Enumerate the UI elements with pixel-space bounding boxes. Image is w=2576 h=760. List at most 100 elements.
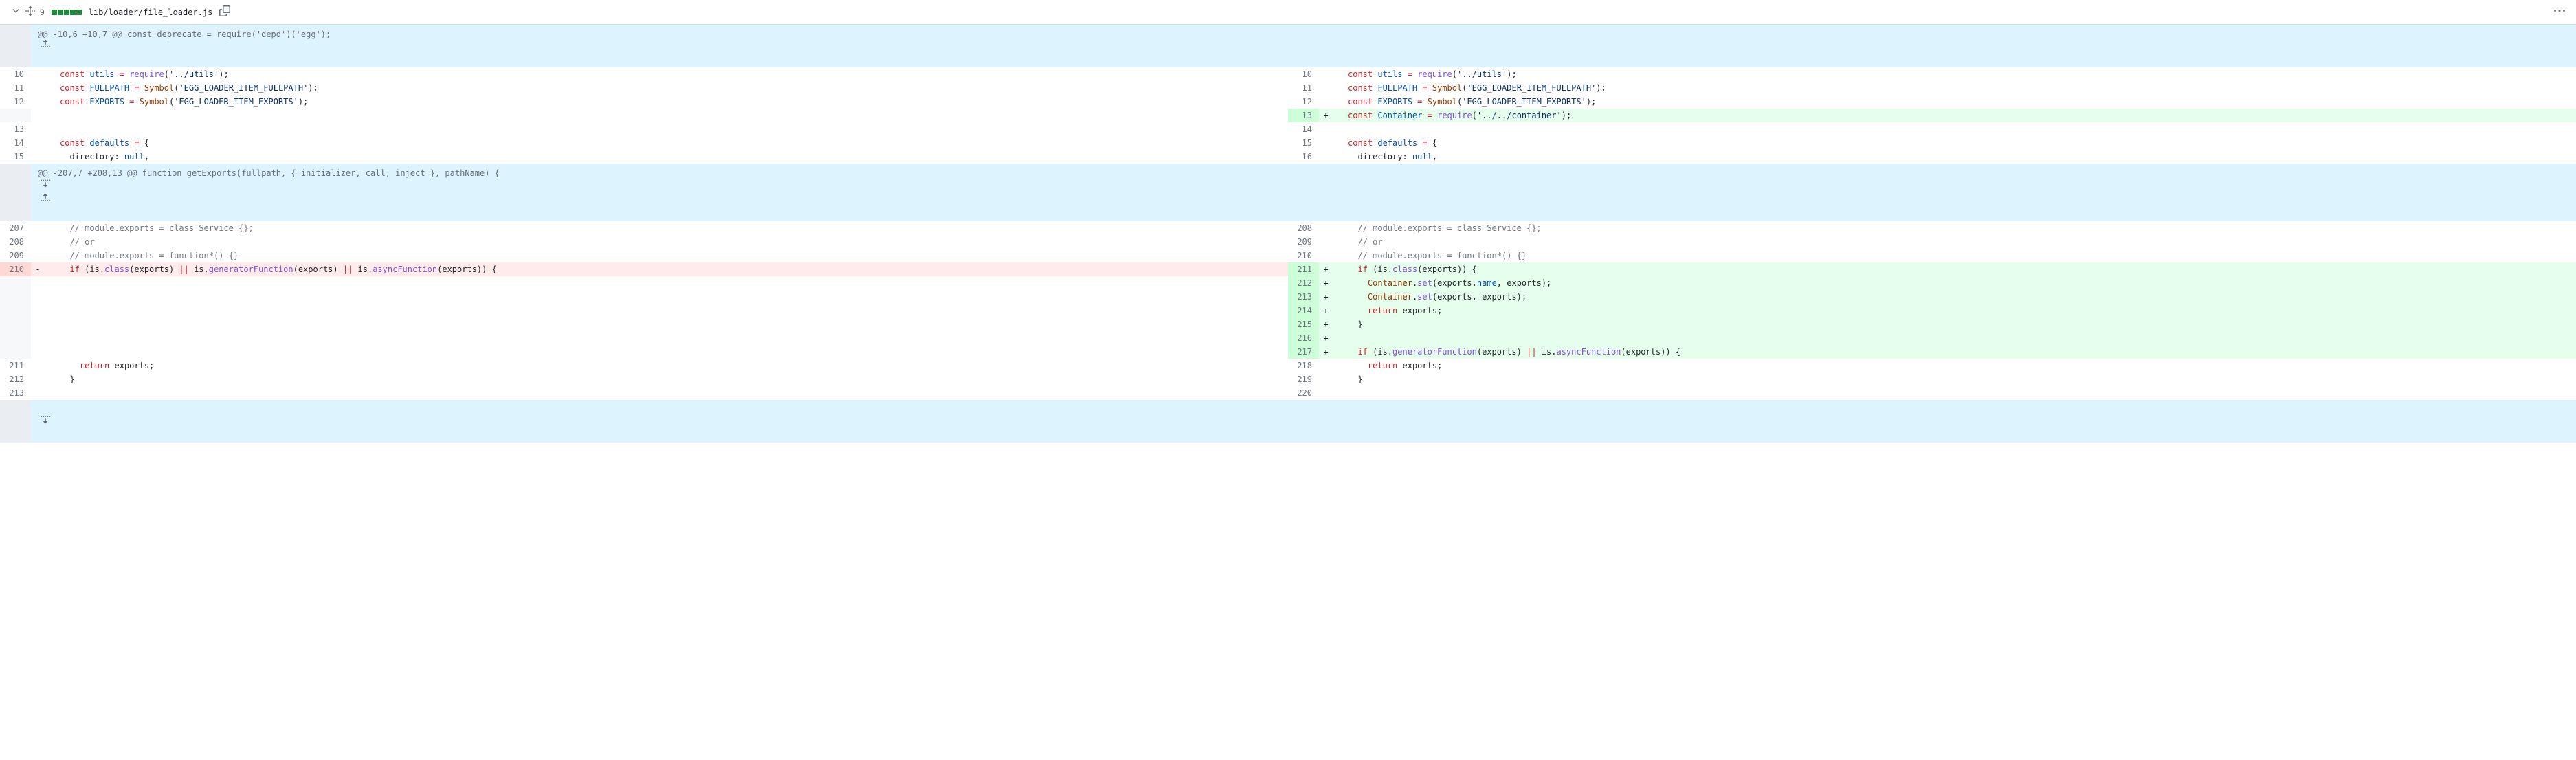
code-right: // module.exports = class Service {}; (1333, 221, 2576, 235)
code-right: } (1333, 317, 2576, 331)
code-left: } (45, 372, 1288, 386)
code-right: if (is.generatorFunction(exports) || is.… (1333, 345, 2576, 359)
line-num-right[interactable]: 12 (1288, 95, 1319, 109)
diff-row: 207 // module.exports = class Service {}… (0, 221, 2576, 235)
line-num-left[interactable]: 15 (0, 150, 31, 164)
code-right: const EXPORTS = Symbol('EGG_LOADER_ITEM_… (1333, 95, 2576, 109)
expand-up-icon (40, 192, 51, 203)
line-num-left[interactable]: 210 (0, 262, 31, 276)
code-left: const utils = require('../utils'); (45, 67, 1288, 81)
collapse-toggle[interactable] (11, 6, 21, 18)
line-num-left[interactable]: 213 (0, 386, 31, 400)
code-left (45, 386, 1288, 400)
code-right: const utils = require('../utils'); (1333, 67, 2576, 81)
diff-row: 14 const defaults = { 15 const defaults … (0, 136, 2576, 150)
code-left: if (is.class(exports) || is.generatorFun… (45, 262, 1288, 276)
code-right: // module.exports = function*() {} (1333, 249, 2576, 262)
line-num-right[interactable]: 16 (1288, 150, 1319, 164)
line-num-left[interactable]: 10 (0, 67, 31, 81)
line-num-left[interactable]: 212 (0, 372, 31, 386)
code-left: return exports; (45, 359, 1288, 372)
code-right: const Container = require('../../contain… (1333, 109, 2576, 122)
diff-stat-blocks (52, 10, 82, 15)
line-num-left[interactable]: 208 (0, 235, 31, 249)
expand-mid-cell[interactable] (0, 164, 31, 221)
line-num-left[interactable]: 13 (0, 122, 31, 136)
line-num-right[interactable]: 13 (1288, 109, 1319, 122)
change-count: 9 (40, 8, 45, 17)
line-num-right[interactable]: 212 (1288, 276, 1319, 290)
line-num-right[interactable]: 14 (1288, 122, 1319, 136)
line-num-right[interactable]: 216 (1288, 331, 1319, 345)
line-num-right[interactable]: 220 (1288, 386, 1319, 400)
kebab-horizontal-icon (2554, 5, 2565, 16)
line-num-left[interactable]: 209 (0, 249, 31, 262)
diff-row: 214 + return exports; (0, 304, 2576, 317)
line-num-right[interactable]: 211 (1288, 262, 1319, 276)
code-left: const defaults = { (45, 136, 1288, 150)
expand-all-toggle[interactable] (25, 5, 36, 19)
code-left (45, 122, 1288, 136)
copy-icon (219, 5, 230, 16)
line-num-left[interactable]: 11 (0, 81, 31, 95)
diff-table: @@ -10,6 +10,7 @@ const deprecate = requ… (0, 25, 2576, 443)
code-left: // or (45, 235, 1288, 249)
line-num-right[interactable]: 15 (1288, 136, 1319, 150)
line-num-right[interactable]: 210 (1288, 249, 1319, 262)
diff-row: 216 + (0, 331, 2576, 345)
line-num-right[interactable]: 213 (1288, 290, 1319, 304)
line-num-right[interactable]: 218 (1288, 359, 1319, 372)
diff-row: 211 return exports; 218 return exports; (0, 359, 2576, 372)
line-num-right[interactable]: 214 (1288, 304, 1319, 317)
code-right: const defaults = { (1333, 136, 2576, 150)
line-num-left[interactable]: 14 (0, 136, 31, 150)
line-num-right[interactable]: 217 (1288, 345, 1319, 359)
code-left: // module.exports = function*() {} (45, 249, 1288, 262)
line-num-left[interactable]: 211 (0, 359, 31, 372)
diff-row: 212 } 219 } (0, 372, 2576, 386)
hunk-text: @@ -10,6 +10,7 @@ const deprecate = requ… (31, 25, 2576, 67)
diff-row: 11 const FULLPATH = Symbol('EGG_LOADER_I… (0, 81, 2576, 95)
code-right (1333, 122, 2576, 136)
line-num-right[interactable]: 10 (1288, 67, 1319, 81)
hunk-header: @@ -10,6 +10,7 @@ const deprecate = requ… (0, 25, 2576, 67)
diff-block-add (76, 10, 82, 15)
diff-row: 210 - if (is.class(exports) || is.genera… (0, 262, 2576, 276)
file-path-link[interactable]: lib/loader/file_loader.js (89, 8, 213, 17)
line-num-right[interactable]: 215 (1288, 317, 1319, 331)
expand-up-cell[interactable] (0, 25, 31, 67)
expand-down-cell[interactable] (0, 400, 31, 443)
code-right: if (is.class(exports)) { (1333, 262, 2576, 276)
code-right: return exports; (1333, 359, 2576, 372)
diff-row: 217 + if (is.generatorFunction(exports) … (0, 345, 2576, 359)
diff-row: 208 // or 209 // or (0, 235, 2576, 249)
file-menu-button[interactable] (2554, 9, 2565, 19)
copy-path-button[interactable] (216, 5, 230, 19)
line-num-right[interactable]: 11 (1288, 81, 1319, 95)
line-num-left[interactable]: 12 (0, 95, 31, 109)
line-num-left[interactable]: 207 (0, 221, 31, 235)
code-left: const EXPORTS = Symbol('EGG_LOADER_ITEM_… (45, 95, 1288, 109)
expand-bottom-row (0, 400, 2576, 443)
diff-row: 213 + Container.set(exports, exports); (0, 290, 2576, 304)
file-header-left: 9 lib/loader/file_loader.js (11, 5, 230, 19)
code-right (1333, 331, 2576, 345)
diff-row: 15 directory: null, 16 directory: null, (0, 150, 2576, 164)
code-right: return exports; (1333, 304, 2576, 317)
code-right: Container.set(exports, exports); (1333, 290, 2576, 304)
line-num-right[interactable]: 208 (1288, 221, 1319, 235)
expand-down-icon (40, 414, 51, 425)
diff-row: 213 220 (0, 386, 2576, 400)
hunk-text: @@ -207,7 +208,13 @@ function getExports… (31, 164, 2576, 221)
file-header-right (2554, 5, 2565, 19)
line-num-right[interactable]: 219 (1288, 372, 1319, 386)
code-right: const FULLPATH = Symbol('EGG_LOADER_ITEM… (1333, 81, 2576, 95)
line-num-right[interactable]: 209 (1288, 235, 1319, 249)
diff-row: 13 + const Container = require('../../co… (0, 109, 2576, 122)
diff-block-add (64, 10, 69, 15)
diff-row: 12 const EXPORTS = Symbol('EGG_LOADER_IT… (0, 95, 2576, 109)
diff-row: 209 // module.exports = function*() {} 2… (0, 249, 2576, 262)
code-left: const FULLPATH = Symbol('EGG_LOADER_ITEM… (45, 81, 1288, 95)
file-header: 9 lib/loader/file_loader.js (0, 0, 2576, 25)
diff-block-add (70, 10, 76, 15)
